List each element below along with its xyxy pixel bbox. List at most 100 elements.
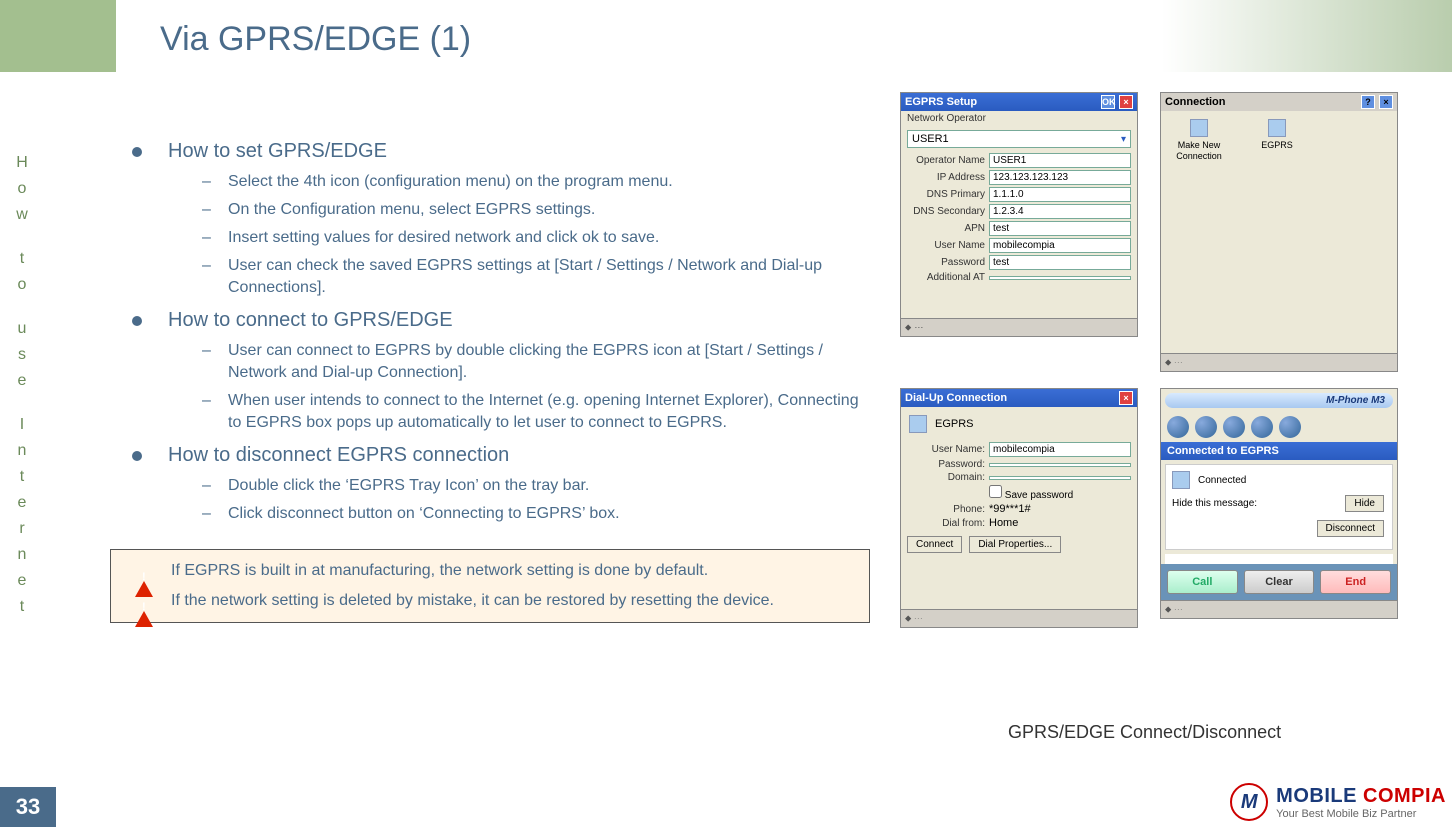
warning-icon bbox=[135, 562, 153, 578]
dropdown-value: USER1 bbox=[912, 133, 949, 145]
operator-label: Network Operator bbox=[901, 111, 1137, 126]
connection-status-area: Connected Hide this message: Hide Discon… bbox=[1165, 464, 1393, 550]
window-titlebar: EGPRS Setup OK × bbox=[901, 93, 1137, 111]
main-content: How to set GPRS/EDGE Select the 4th icon… bbox=[110, 140, 870, 623]
close-icon[interactable]: × bbox=[1379, 95, 1393, 109]
window-title: Dial-Up Connection bbox=[905, 392, 1007, 404]
dns-secondary-field[interactable]: 1.2.3.4 bbox=[989, 204, 1131, 219]
apn-field[interactable]: test bbox=[989, 221, 1131, 236]
section-heading: How to set GPRS/EDGE bbox=[110, 140, 870, 163]
end-button[interactable]: End bbox=[1320, 570, 1391, 594]
field-label: Dial from: bbox=[907, 518, 985, 529]
page-number: 33 bbox=[0, 787, 56, 827]
taskbar: ⬥⋯ bbox=[901, 318, 1137, 336]
connection-icon bbox=[1172, 471, 1190, 489]
ip-field[interactable]: 123.123.123.123 bbox=[989, 170, 1131, 185]
app-icon[interactable] bbox=[1167, 416, 1189, 438]
password-field[interactable] bbox=[989, 463, 1131, 467]
connect-button[interactable]: Connect bbox=[907, 536, 962, 553]
mphone-icon-row bbox=[1161, 412, 1397, 442]
tray-icon[interactable]: ⬥ bbox=[905, 322, 911, 333]
app-icon[interactable] bbox=[1223, 416, 1245, 438]
hide-button[interactable]: Hide bbox=[1345, 495, 1384, 512]
connection-name: EGPRS bbox=[935, 418, 974, 430]
field-label: Additional AT bbox=[907, 272, 985, 283]
dns-primary-field[interactable]: 1.1.1.0 bbox=[989, 187, 1131, 202]
page-title: Via GPRS/EDGE (1) bbox=[160, 20, 471, 59]
bullet-item: When user intends to connect to the Inte… bbox=[228, 390, 870, 434]
operator-dropdown[interactable]: USER1 ▾ bbox=[907, 130, 1131, 148]
icon-label: EGPRS bbox=[1247, 140, 1307, 150]
field-label: Operator Name bbox=[907, 155, 985, 166]
note-text: If EGPRS is built in at manufacturing, t… bbox=[171, 562, 708, 579]
egprs-setup-window: EGPRS Setup OK × Network Operator USER1 … bbox=[900, 92, 1138, 337]
app-icon[interactable] bbox=[1279, 416, 1301, 438]
field-label: DNS Secondary bbox=[907, 206, 985, 217]
logo-mark: M bbox=[1230, 783, 1268, 821]
field-label: User Name bbox=[907, 240, 985, 251]
mphone-brand: M-Phone M3 bbox=[1165, 393, 1393, 408]
close-icon[interactable]: × bbox=[1119, 391, 1133, 405]
connection-window: Connection ? × Make New Connection EGPRS… bbox=[1160, 92, 1398, 372]
call-button[interactable]: Call bbox=[1167, 570, 1238, 594]
close-icon[interactable]: × bbox=[1119, 95, 1133, 109]
dial-from-value: Home bbox=[989, 517, 1018, 529]
app-icon[interactable] bbox=[1251, 416, 1273, 438]
field-label: Domain: bbox=[907, 472, 985, 483]
section-heading: How to connect to GPRS/EDGE bbox=[110, 309, 870, 332]
logo-tagline: Your Best Mobile Biz Partner bbox=[1276, 808, 1446, 820]
icon-label: Make New Connection bbox=[1169, 140, 1229, 162]
field-label: APN bbox=[907, 223, 985, 234]
note-text: If the network setting is deleted by mis… bbox=[171, 592, 774, 609]
company-logo: M MOBILE COMPIA Your Best Mobile Biz Par… bbox=[1230, 783, 1446, 821]
checkbox-label: Save password bbox=[1005, 490, 1073, 501]
bullet-item: Select the 4th icon (configuration menu)… bbox=[228, 171, 870, 193]
ok-button[interactable]: OK bbox=[1101, 95, 1115, 109]
make-new-connection[interactable]: Make New Connection bbox=[1169, 119, 1229, 162]
call-buttons-row: Call Clear End bbox=[1161, 564, 1397, 600]
window-titlebar: Dial-Up Connection × bbox=[901, 389, 1137, 407]
bullet-item: User can check the saved EGPRS settings … bbox=[228, 255, 870, 299]
side-section-label: How to use Internet bbox=[12, 150, 32, 620]
field-label: IP Address bbox=[907, 172, 985, 183]
window-titlebar: Connection ? × bbox=[1161, 93, 1397, 111]
dial-properties-button[interactable]: Dial Properties... bbox=[969, 536, 1061, 553]
dialup-window: Dial-Up Connection × EGPRS User Name: mob… bbox=[900, 388, 1138, 628]
bullet-item: Double click the ‘EGPRS Tray Icon’ on th… bbox=[228, 475, 870, 497]
bullet-item: Insert setting values for desired networ… bbox=[228, 227, 870, 249]
field-label: Phone: bbox=[907, 504, 985, 515]
taskbar: ⬥ ⋯ bbox=[901, 609, 1137, 627]
connection-icon bbox=[1190, 119, 1208, 137]
field-label: User Name: bbox=[907, 444, 985, 455]
screenshots-caption: GPRS/EDGE Connect/Disconnect bbox=[1008, 722, 1281, 743]
connected-banner: Connected to EGPRS bbox=[1161, 442, 1397, 460]
save-password-checkbox[interactable] bbox=[989, 485, 1002, 498]
note-item: If the network setting is deleted by mis… bbox=[171, 590, 857, 612]
taskbar: ⬥ ⋯ bbox=[1161, 353, 1397, 371]
hide-message-label: Hide this message: bbox=[1172, 498, 1257, 509]
status-text: Connected bbox=[1198, 475, 1246, 486]
mphone-window: M-Phone M3 Connected to EGPRS Connected … bbox=[1160, 388, 1398, 619]
connection-icon bbox=[1268, 119, 1286, 137]
egprs-connection[interactable]: EGPRS bbox=[1247, 119, 1307, 162]
clear-button[interactable]: Clear bbox=[1244, 570, 1315, 594]
window-title: Connection bbox=[1165, 96, 1226, 108]
username-field[interactable]: mobilecompia bbox=[989, 238, 1131, 253]
username-field[interactable]: mobilecompia bbox=[989, 442, 1131, 457]
section-heading: How to disconnect EGPRS connection bbox=[110, 444, 870, 467]
help-icon[interactable]: ? bbox=[1361, 95, 1375, 109]
logo-text-main: MOBILE COMPIA bbox=[1276, 785, 1446, 808]
taskbar: ⬥ ⋯ bbox=[1161, 600, 1397, 618]
bullet-item: User can connect to EGPRS by double clic… bbox=[228, 340, 870, 384]
connection-icon bbox=[909, 415, 927, 433]
disconnect-button[interactable]: Disconnect bbox=[1317, 520, 1384, 537]
phone-value: *99***1# bbox=[989, 503, 1031, 515]
domain-field[interactable] bbox=[989, 476, 1131, 480]
app-icon[interactable] bbox=[1195, 416, 1217, 438]
operator-name-field[interactable]: USER1 bbox=[989, 153, 1131, 168]
additional-at-field[interactable] bbox=[989, 276, 1131, 280]
bullet-item: On the Configuration menu, select EGPRS … bbox=[228, 199, 870, 221]
password-field[interactable]: test bbox=[989, 255, 1131, 270]
field-label: Password bbox=[907, 257, 985, 268]
chevron-down-icon: ▾ bbox=[1121, 134, 1126, 145]
